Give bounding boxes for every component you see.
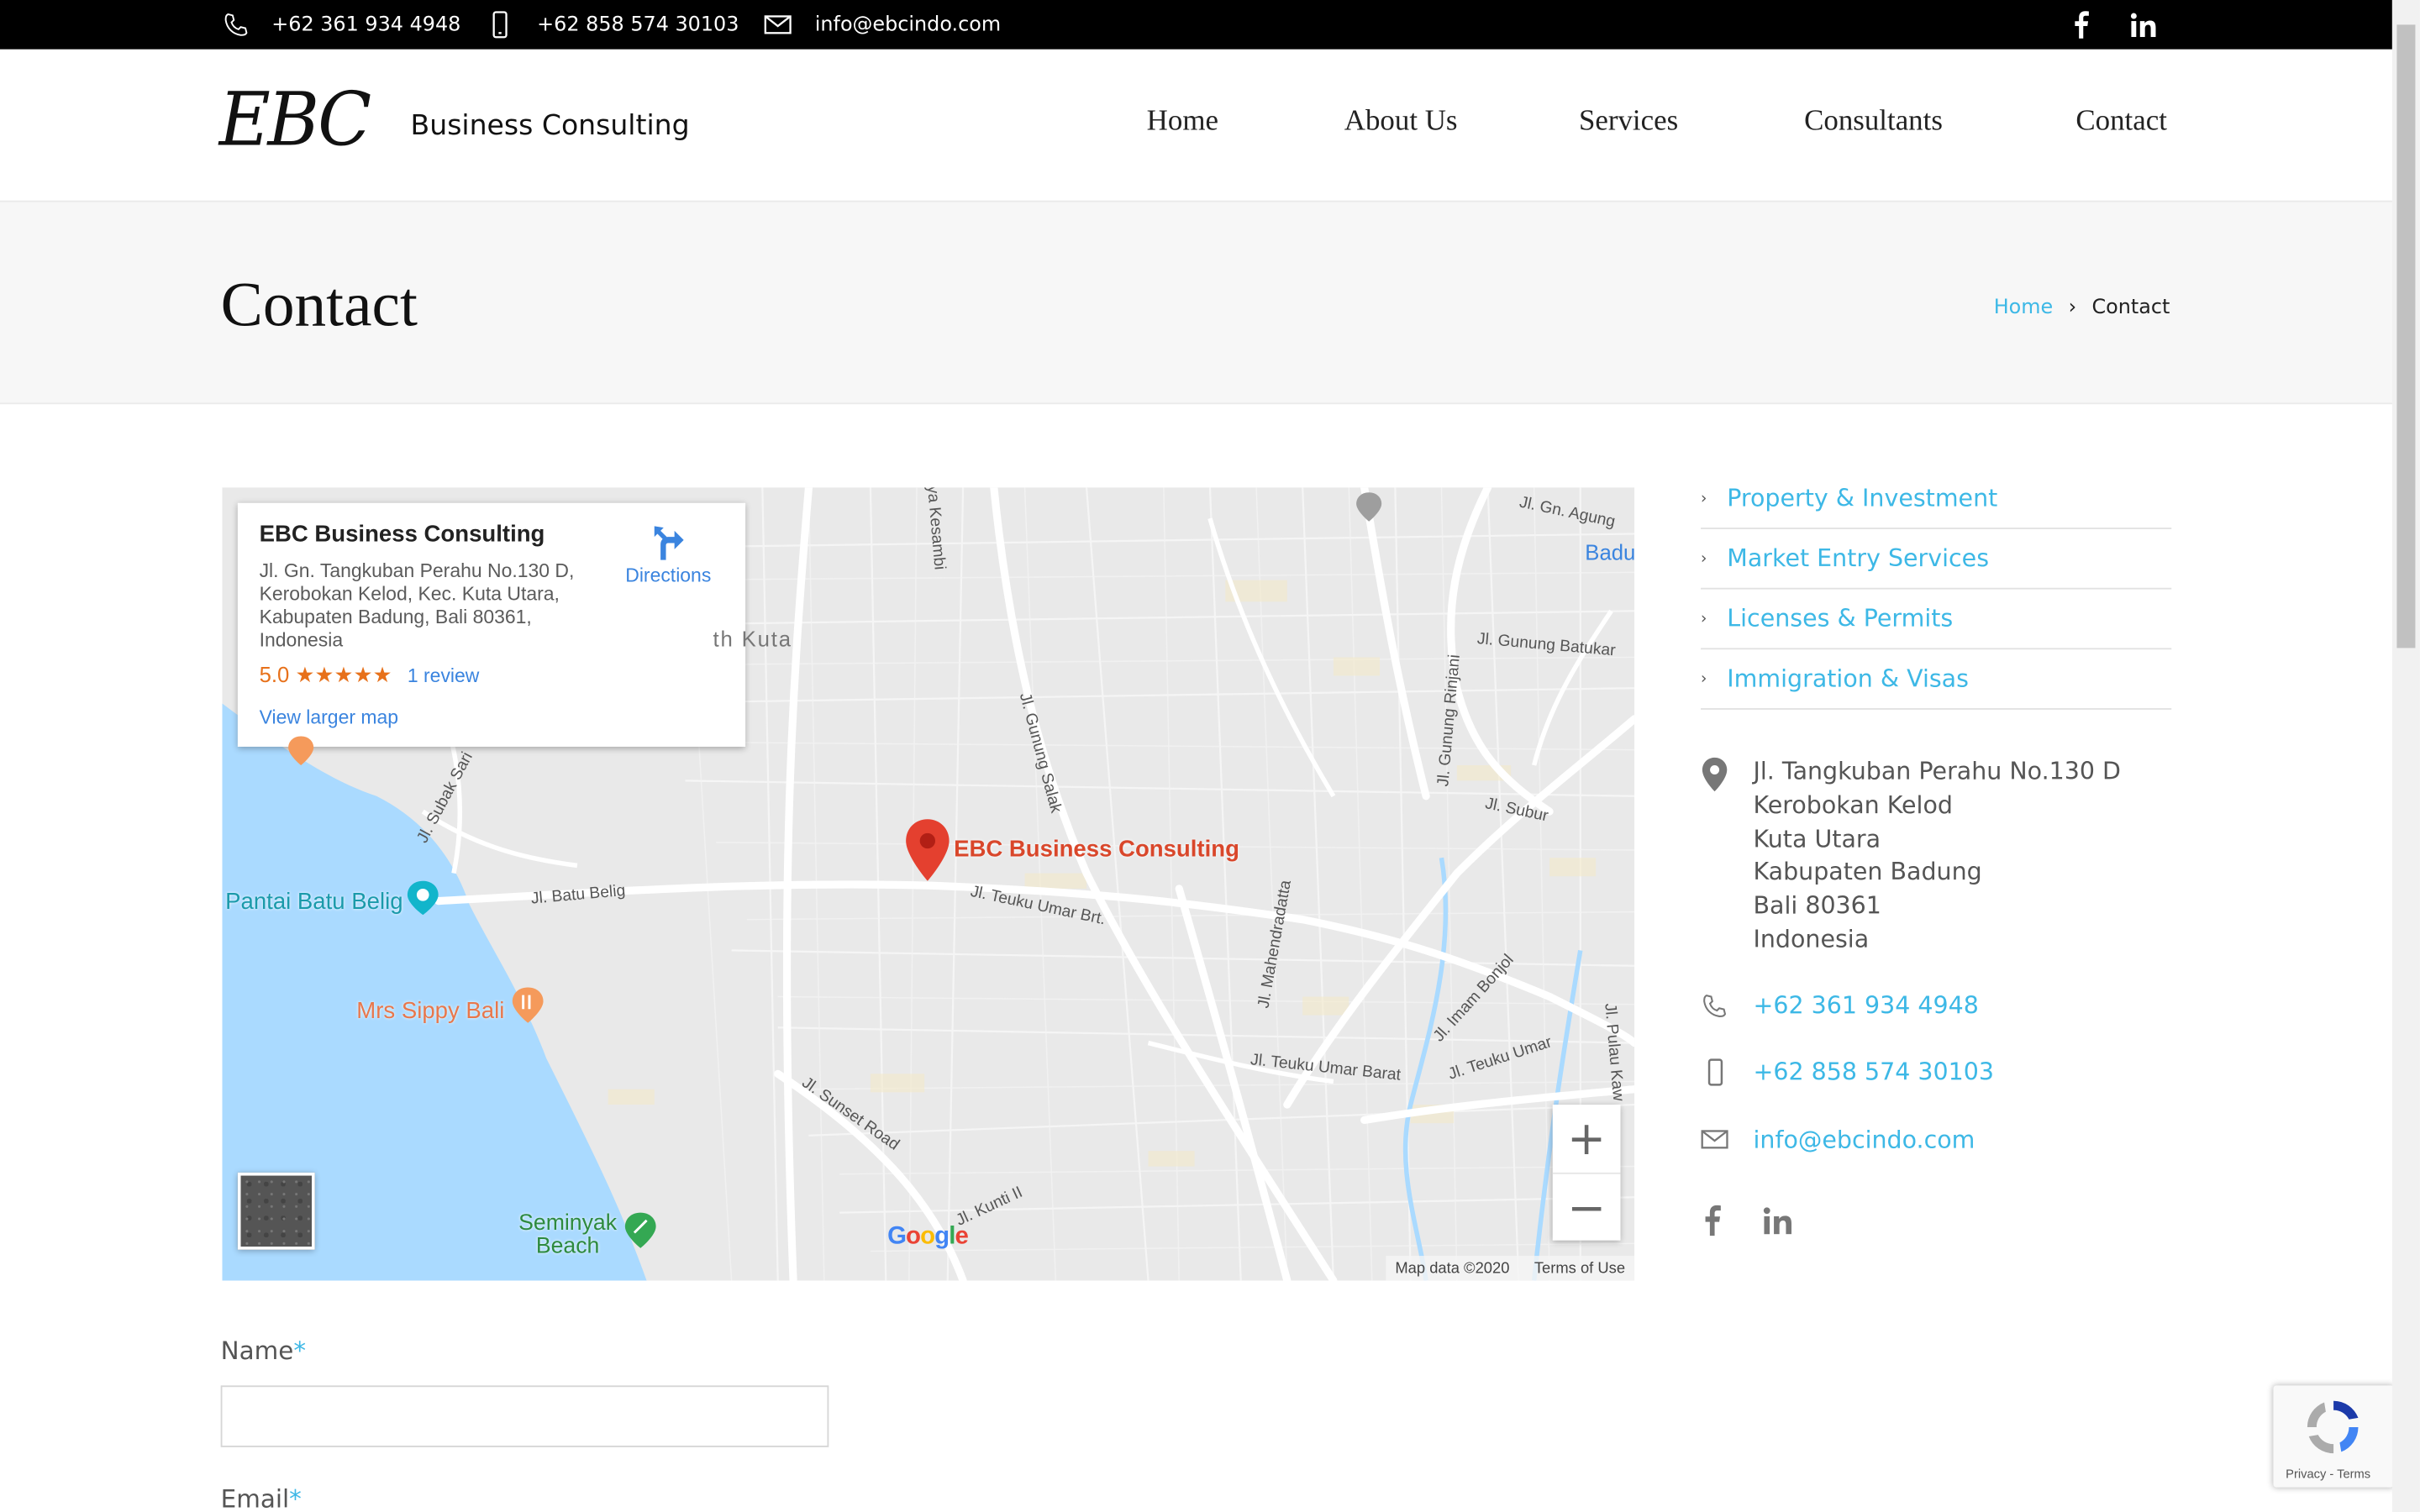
address-line: Bali 80361 xyxy=(1753,891,1881,921)
site-header: EBC Business Consulting Home About Us Se… xyxy=(0,49,2392,201)
topbar-email[interactable]: info@ebcindo.com xyxy=(815,0,1001,50)
map-card-address: Jl. Gn. Tangkuban Perahu No.130 D, Kerob… xyxy=(259,559,575,652)
directions-icon xyxy=(654,526,684,560)
chevron-right-icon: › xyxy=(1701,670,1707,688)
google-map[interactable]: EBC Business Consulting Jl. Gn. Tangkuba… xyxy=(222,487,1635,1281)
address-line: Kabupaten Badung xyxy=(1753,858,1982,886)
nav-services[interactable]: Services xyxy=(1579,105,1678,139)
breadcrumb: Home › Contact xyxy=(1994,297,2170,320)
map-card-rating: 5.0 ★★★★★ xyxy=(259,661,392,687)
page-scrollbar[interactable] xyxy=(2391,0,2420,1512)
recaptcha-icon xyxy=(2307,1400,2359,1454)
link-label: Property & Investment xyxy=(1727,484,1998,512)
linkedin-icon[interactable] xyxy=(1763,1206,1792,1235)
address-line: Jl. Tangkuban Perahu No.130 D xyxy=(1753,757,2121,785)
services-links: › Property & Investment › Market Entry Ser… xyxy=(1701,469,2172,710)
link-label: Market Entry Services xyxy=(1727,544,1990,573)
topbar-mobile[interactable]: +62 858 574 30103 xyxy=(537,0,739,50)
map-card-name: EBC Business Consulting xyxy=(259,521,545,549)
nav-about-us[interactable]: About Us xyxy=(1344,105,1458,139)
address-line: Kerobokan Kelod xyxy=(1753,790,1953,819)
page-banner: Contact Home › Contact xyxy=(0,200,2392,405)
facebook-icon[interactable] xyxy=(2073,0,2090,50)
top-bar: +62 361 934 4948 +62 858 574 30103 info@… xyxy=(0,0,2392,50)
map-data-text: Map data ©2020 xyxy=(1395,1259,1510,1277)
page-title: Contact xyxy=(220,268,418,340)
zoom-in-button[interactable]: + xyxy=(1552,1105,1621,1174)
poi-mrs-sippy[interactable]: Mrs Sippy Bali xyxy=(356,998,504,1024)
terms-of-use-link[interactable]: Terms of Use xyxy=(1534,1260,1625,1277)
map-marker-label: EBC Business Consulting xyxy=(954,836,1239,863)
view-larger-map-link[interactable]: View larger map xyxy=(260,706,398,728)
poi-seminyak-beach[interactable]: Seminyak Beach xyxy=(518,1212,617,1259)
map-label-kuta: th Kuta xyxy=(713,626,792,652)
breadcrumb-home[interactable]: Home xyxy=(1994,297,2054,320)
restaurant-poi-icon[interactable] xyxy=(287,734,315,768)
location-pin-icon xyxy=(1702,757,1728,792)
mobile-icon xyxy=(491,0,509,50)
address: Jl. Tangkuban Perahu No.130 D Kerobokan … xyxy=(1753,756,2120,958)
contact-email[interactable]: info@ebcindo.com xyxy=(1753,1126,1975,1154)
facebook-icon[interactable] xyxy=(1704,1205,1721,1236)
name-label: Name* xyxy=(220,1336,307,1366)
link-immigration-visas[interactable]: › Immigration & Visas xyxy=(1701,649,2172,710)
phone-icon xyxy=(1703,995,1727,1017)
chevron-right-icon: › xyxy=(2068,296,2077,320)
link-licenses-permits[interactable]: › Licenses & Permits xyxy=(1701,590,2172,650)
contact-phone[interactable]: +62 361 934 4948 xyxy=(1753,992,1978,1020)
satellite-toggle[interactable] xyxy=(237,1172,315,1250)
recaptcha-badge[interactable]: Privacy - Terms xyxy=(2273,1385,2394,1488)
address-line: Kuta Utara xyxy=(1753,824,1881,853)
chevron-right-icon: › xyxy=(1701,610,1707,627)
link-label: Licenses & Permits xyxy=(1727,604,1954,633)
google-logo: Google xyxy=(887,1223,969,1250)
link-label: Immigration & Visas xyxy=(1727,664,1969,693)
contact-mobile[interactable]: +62 858 574 30103 xyxy=(1753,1058,1993,1086)
nav-home[interactable]: Home xyxy=(1147,105,1218,139)
directions-label: Directions xyxy=(625,564,712,586)
envelope-icon xyxy=(1701,1130,1728,1149)
name-field[interactable] xyxy=(220,1385,829,1447)
zoom-out-button[interactable]: − xyxy=(1553,1174,1621,1242)
required-mark: * xyxy=(293,1336,307,1366)
directions-button[interactable]: Directions xyxy=(620,523,716,586)
required-mark: * xyxy=(289,1483,302,1512)
topbar-phone[interactable]: +62 361 934 4948 xyxy=(271,0,460,50)
map-label-badung: Badung I xyxy=(1585,539,1635,565)
link-property-investment[interactable]: › Property & Investment xyxy=(1701,469,2172,529)
recaptcha-terms[interactable]: Privacy - Terms xyxy=(2286,1467,2370,1482)
map-card-reviews[interactable]: 1 review xyxy=(408,665,479,687)
logo[interactable]: EBC xyxy=(219,77,371,164)
poi-pantai-batu-belig[interactable]: Pantai Batu Belig xyxy=(225,889,402,915)
logo-tagline: Business Consulting xyxy=(410,109,690,142)
address-line: Indonesia xyxy=(1753,925,1870,954)
map-marker-icon[interactable] xyxy=(904,817,950,882)
breadcrumb-current: Contact xyxy=(2091,296,2170,320)
map-attribution: Map data ©2020 Terms of Use xyxy=(1386,1256,1635,1281)
link-market-entry[interactable]: › Market Entry Services xyxy=(1701,529,2172,590)
scrollbar-thumb[interactable] xyxy=(2396,24,2416,648)
beach-poi-icon[interactable] xyxy=(623,1211,657,1252)
restaurant-poi-icon[interactable] xyxy=(511,986,544,1026)
place-poi-icon[interactable] xyxy=(1355,491,1383,524)
linkedin-icon[interactable] xyxy=(2130,0,2156,50)
phone-icon xyxy=(222,0,250,50)
envelope-icon xyxy=(764,0,792,50)
chevron-right-icon: › xyxy=(1701,490,1707,507)
nav-consultants[interactable]: Consultants xyxy=(1804,105,1943,139)
camera-poi-icon[interactable] xyxy=(406,879,439,916)
nav-contact[interactable]: Contact xyxy=(2075,105,2167,139)
chevron-right-icon: › xyxy=(1701,549,1707,567)
map-zoom-control: + − xyxy=(1552,1105,1621,1242)
mobile-icon xyxy=(1707,1058,1723,1086)
map-info-card: EBC Business Consulting Jl. Gn. Tangkuba… xyxy=(237,502,746,747)
email-label: Email* xyxy=(220,1483,302,1512)
